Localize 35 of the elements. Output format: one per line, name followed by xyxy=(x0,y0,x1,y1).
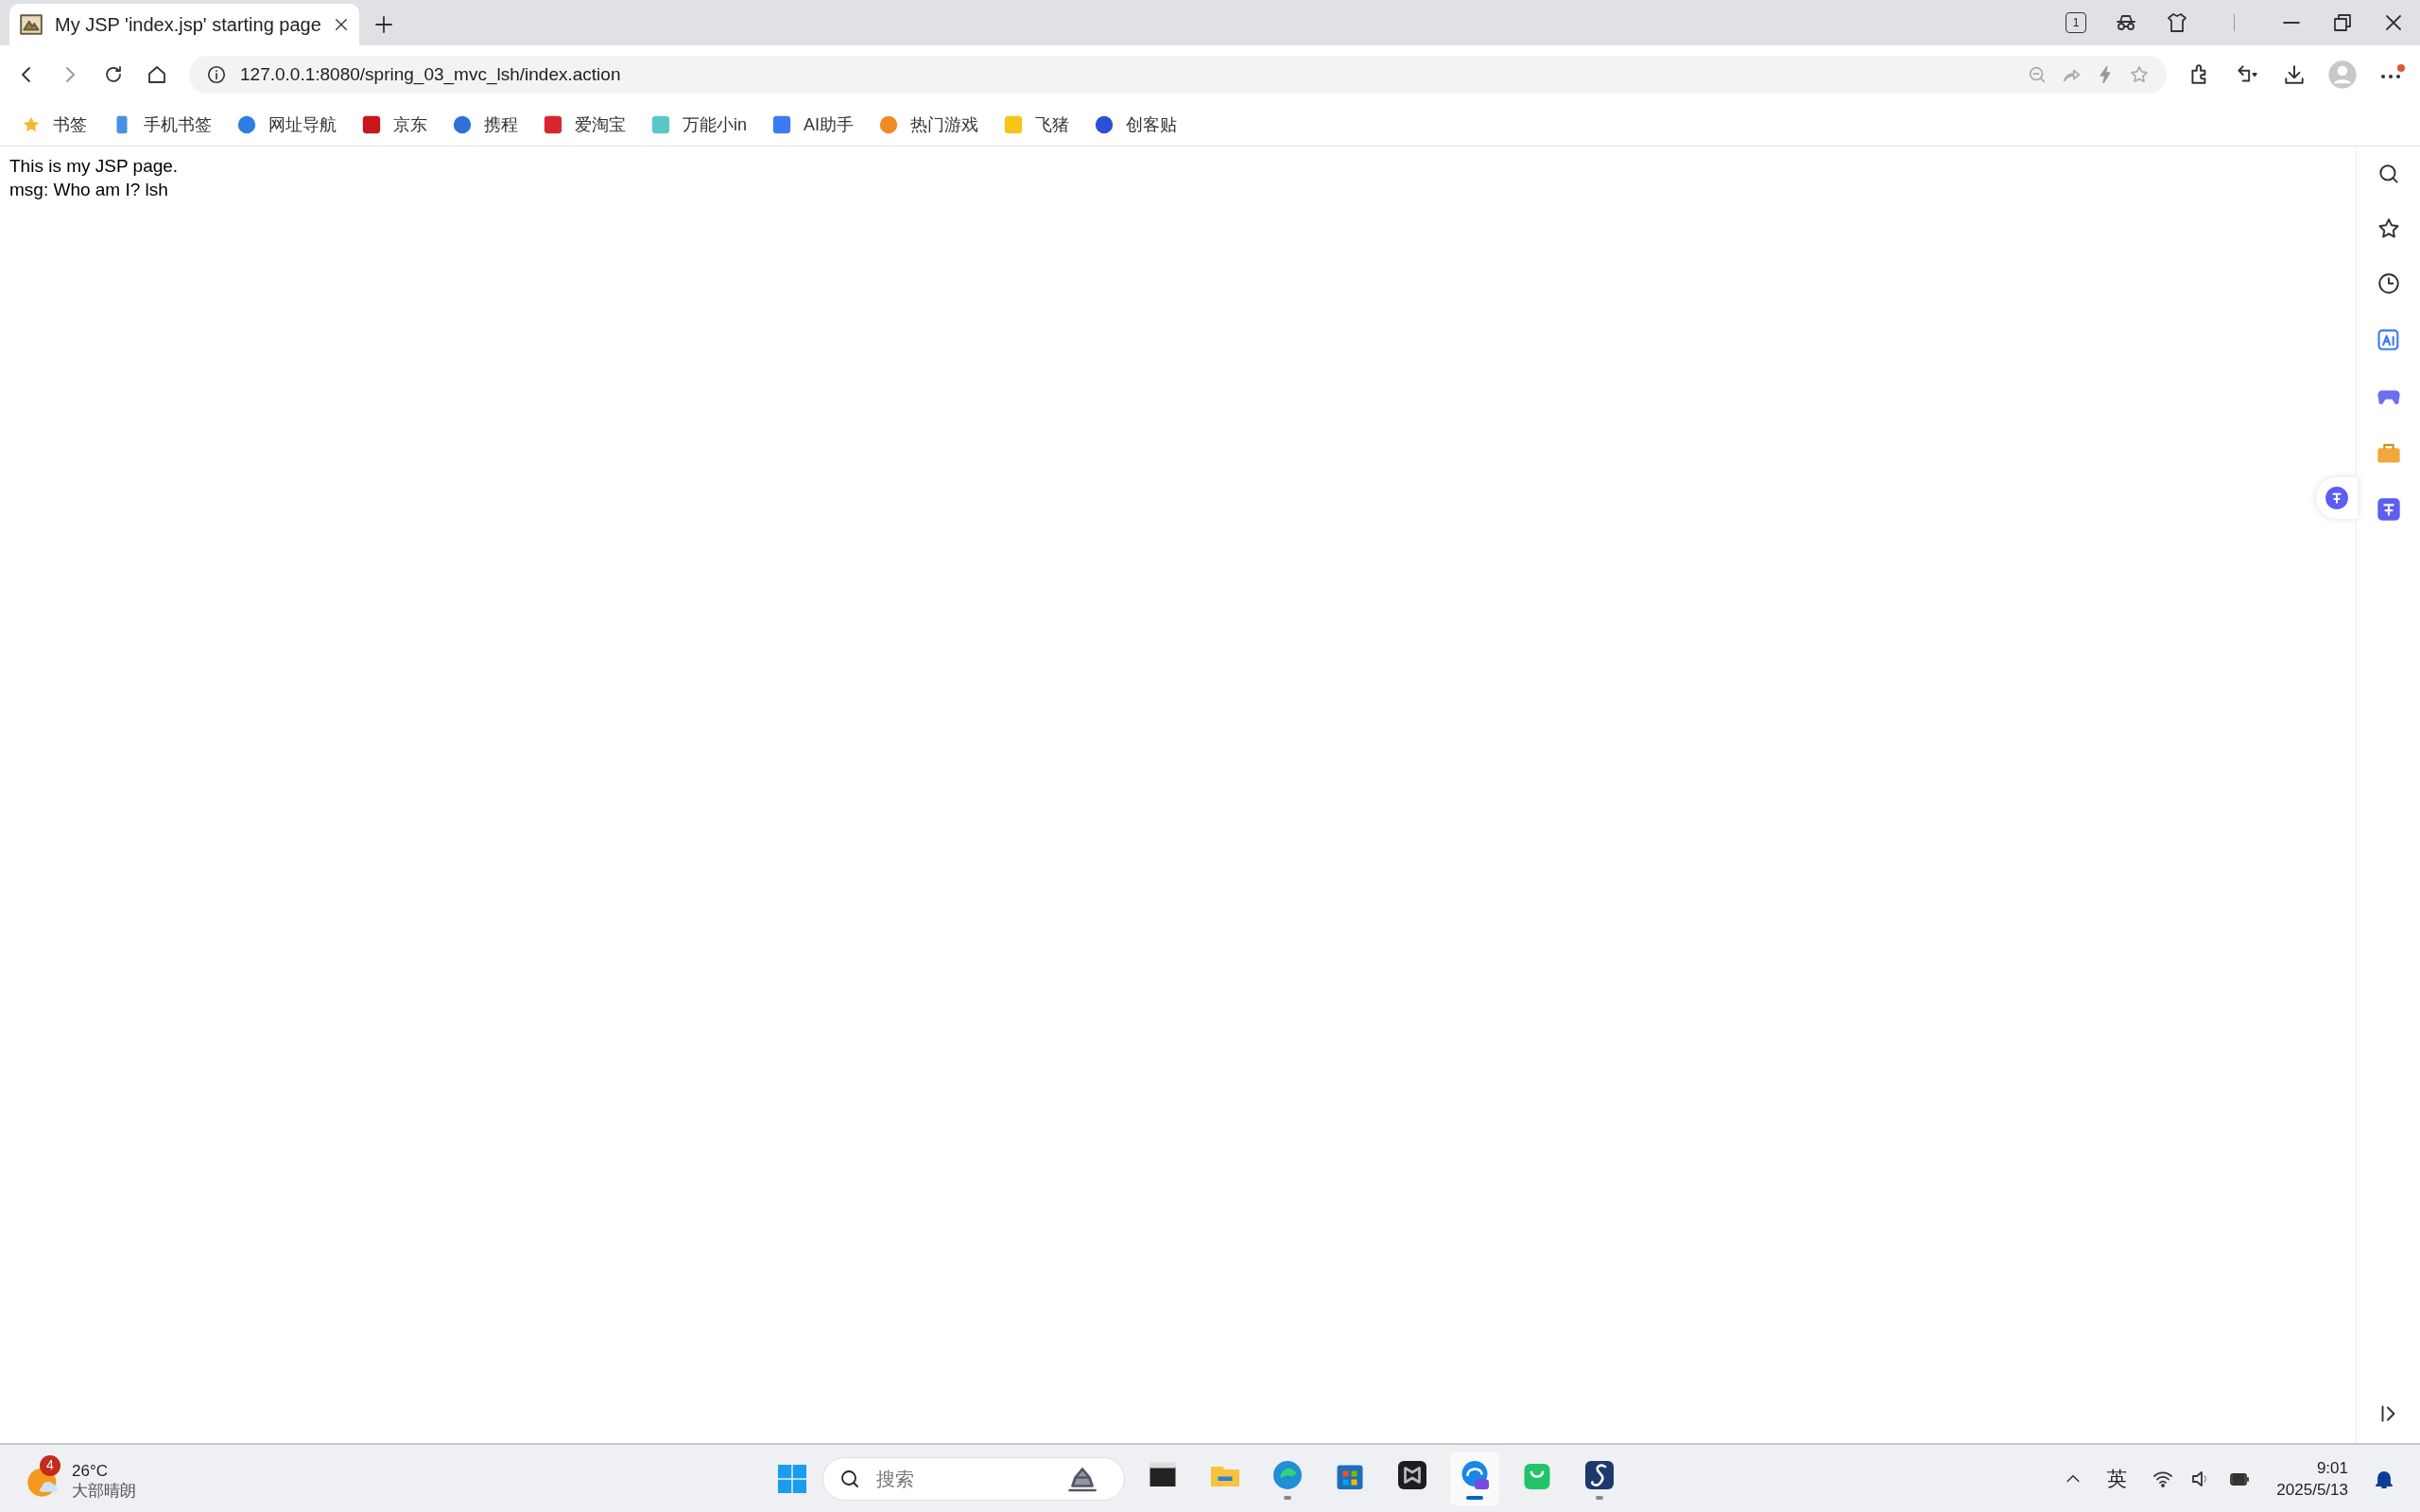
star-icon[interactable] xyxy=(2129,64,2150,85)
bookmark-item[interactable]: 万能小in xyxy=(650,112,747,138)
input-method-indicator[interactable]: 英 xyxy=(2107,1463,2128,1494)
translate-icon[interactable] xyxy=(2375,496,2402,523)
notification-badge: 4 xyxy=(40,1454,60,1476)
new-tab-icon[interactable] xyxy=(372,13,395,36)
clock-icon[interactable] xyxy=(2376,271,2401,296)
restore-icon[interactable] xyxy=(2331,11,2354,34)
bookmark-item[interactable]: 京东 xyxy=(361,112,427,138)
tab-count-button[interactable]: 1 xyxy=(2066,12,2086,33)
bookmark-item[interactable]: 热门游戏 xyxy=(878,112,979,138)
search-field[interactable]: 搜索 xyxy=(874,1463,1043,1494)
bookmark-item[interactable]: AI助手 xyxy=(771,112,855,138)
translate-button[interactable] xyxy=(2316,477,2358,519)
bookmark-item[interactable]: 爱淘宝 xyxy=(543,112,626,138)
translate-icon xyxy=(2325,486,2349,510)
page-text: This is my JSP page. xyxy=(9,155,180,178)
page-text: msg: Who am I? lsh xyxy=(9,179,169,201)
bookmark-item[interactable]: 飞猪 xyxy=(1003,112,1070,138)
page-favicon xyxy=(19,12,43,37)
search-box[interactable]: 搜索 xyxy=(822,1456,1125,1501)
bookmark-item[interactable]: 携程 xyxy=(452,112,518,138)
bookmark-item[interactable]: 创客贴 xyxy=(1094,112,1178,138)
shirt-icon[interactable] xyxy=(2166,11,2188,34)
weather-widget[interactable]: 4 26°C 大部晴朗 xyxy=(25,1454,136,1503)
bookmark-item[interactable]: 手机书签 xyxy=(112,112,212,138)
temperature-text: 26°C xyxy=(72,1460,109,1481)
bookmark-item[interactable]: 书签 xyxy=(21,112,87,138)
browser-tab[interactable]: My JSP 'index.jsp' starting page xyxy=(9,4,359,45)
address-bar[interactable]: 127.0.0.1:8080/spring_03_mvc_lsh/index.action xyxy=(189,56,2167,94)
home-icon[interactable] xyxy=(146,63,168,86)
clock[interactable]: 9:01 2025/5/13 xyxy=(2276,1456,2348,1501)
bookmark-item[interactable]: 网址导航 xyxy=(236,112,337,138)
info-icon[interactable] xyxy=(206,64,227,85)
weather-condition: 大部晴朗 xyxy=(72,1480,136,1501)
